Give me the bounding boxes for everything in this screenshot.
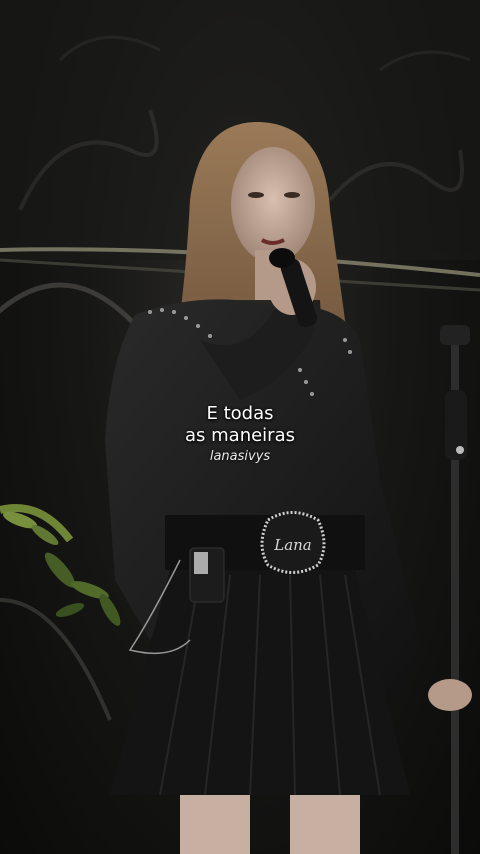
foliage: [0, 504, 121, 626]
video-frame: Lana E todas as maneiras lanasivys: [0, 0, 480, 854]
face: [231, 147, 315, 263]
lyric-caption-line-1: E todas: [206, 403, 274, 424]
buckle-lettering: Lana: [273, 536, 312, 554]
lyric-caption-line-2: as maneiras: [185, 425, 295, 446]
belt-buckle: Lana: [260, 511, 326, 574]
creator-handle: lanasivys: [209, 449, 271, 464]
